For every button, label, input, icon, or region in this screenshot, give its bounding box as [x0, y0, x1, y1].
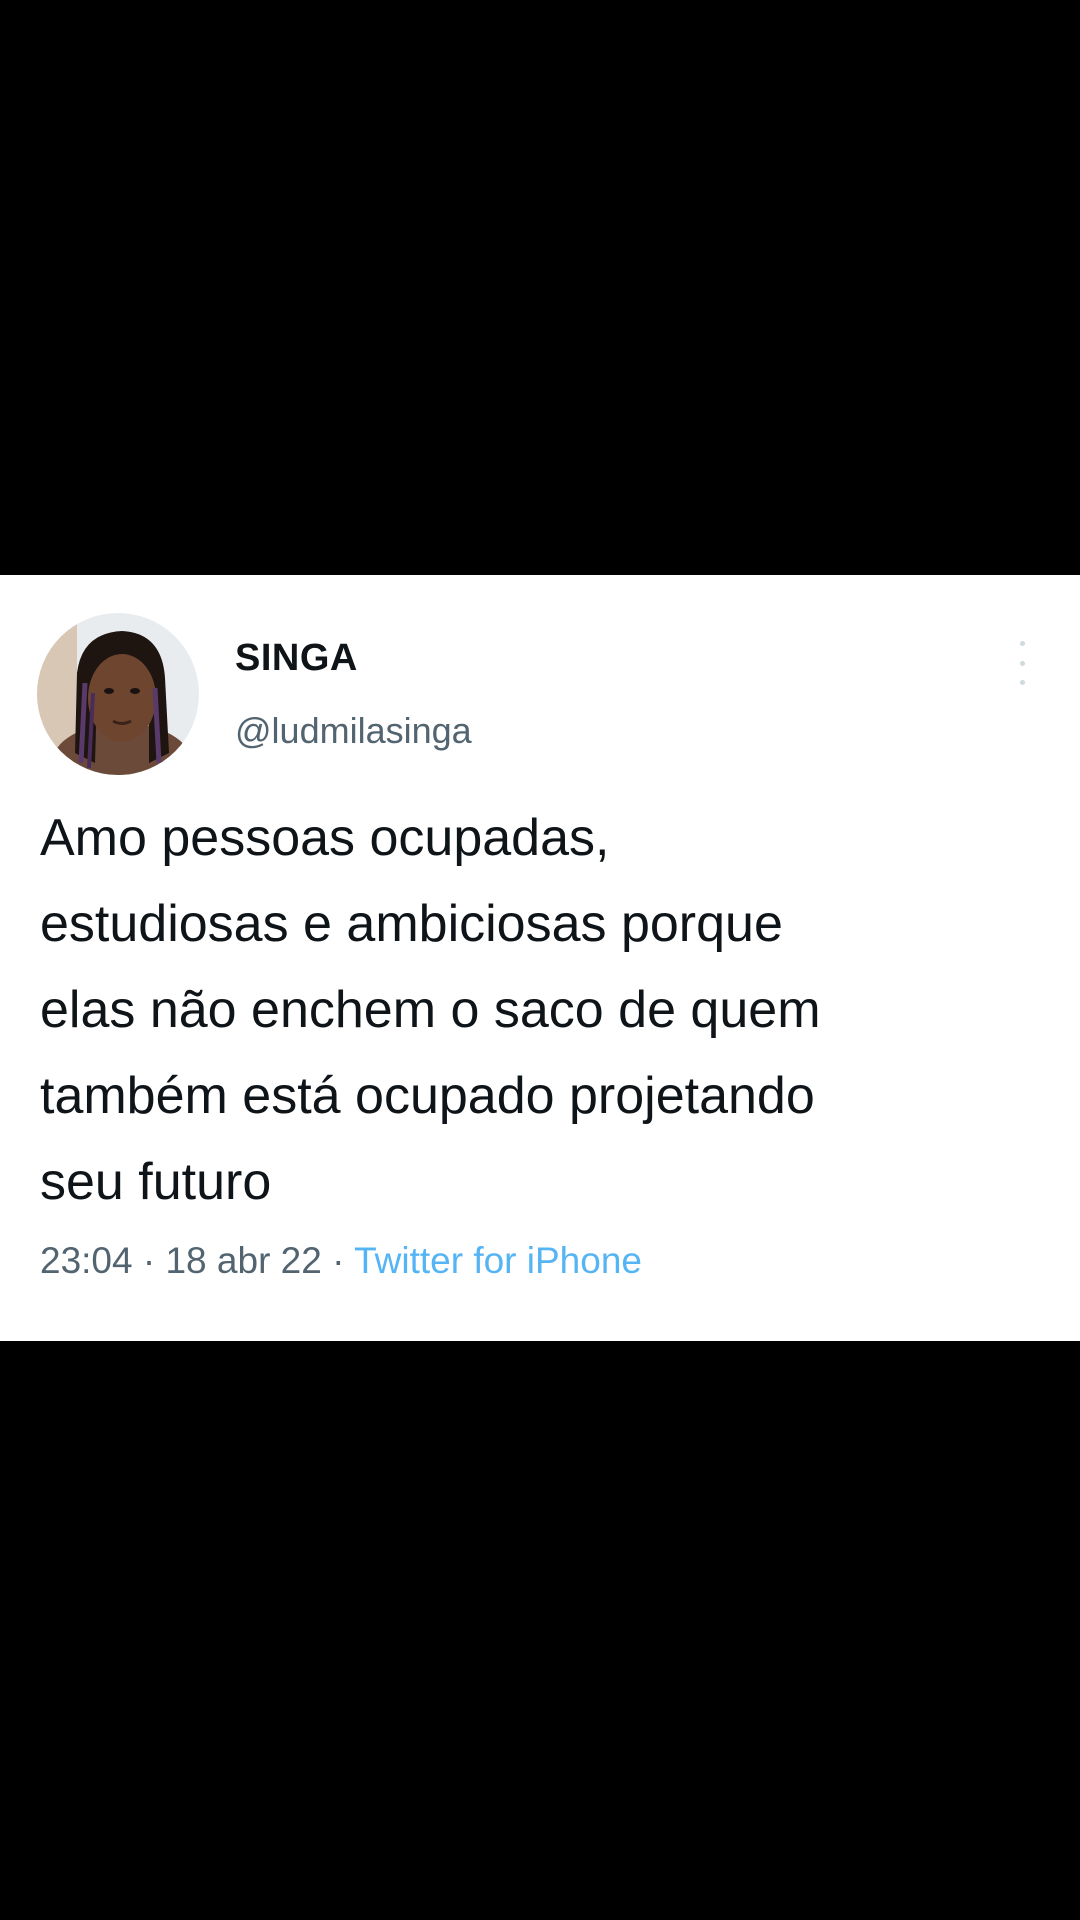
tweet-source[interactable]: Twitter for iPhone [354, 1240, 642, 1281]
meta-separator: · [332, 1240, 345, 1281]
avatar[interactable] [37, 613, 199, 775]
tweet-time[interactable]: 23:04 [40, 1240, 133, 1281]
tweet-text: Amo pessoas ocupadas, estudiosas e ambic… [40, 809, 821, 1211]
dot [1019, 641, 1025, 646]
dot [1019, 660, 1025, 666]
dot [1019, 680, 1025, 685]
meta-separator: · [142, 1240, 156, 1281]
user-handle[interactable]: @ludmilasinga [235, 710, 472, 752]
avatar-image [37, 613, 199, 775]
display-name[interactable]: SINGA [235, 637, 358, 680]
more-options-icon[interactable] [1010, 641, 1034, 685]
tweet-meta: 23:04 · 18 abr 22 · Twitter for iPhone [40, 1240, 642, 1282]
tweet-card: SINGA @ludmilasinga Amo pessoas ocupadas… [0, 575, 1080, 1341]
tweet-date[interactable]: 18 abr 22 [165, 1240, 321, 1281]
